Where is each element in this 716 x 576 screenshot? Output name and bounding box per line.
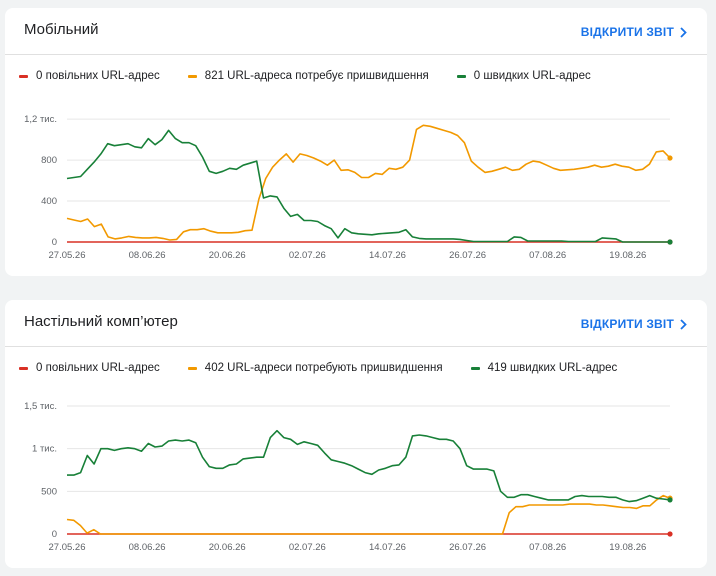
open-report-label: ВІДКРИТИ ЗВІТ	[580, 25, 674, 39]
card-title: Мобільний	[24, 21, 99, 38]
chart-legend: 0 повільних URL-адрес 402 URL-адреси пот…	[19, 360, 645, 376]
series-line	[66, 129, 670, 243]
card-title: Настільний комп’ютер	[24, 313, 178, 330]
desktop-card: Настільний комп’ютер ВІДКРИТИ ЗВІТ 0 пов…	[5, 300, 707, 568]
x-tick-label: 26.07.26	[449, 250, 486, 261]
y-tick-label: 1 тис.	[32, 444, 57, 455]
legend-label: 821 URL-адреса потребує пришвидшення	[204, 70, 429, 82]
legend-label: 0 повільних URL-адрес	[36, 362, 160, 374]
x-tick-label: 27.05.26	[49, 250, 86, 261]
series-end-point	[667, 531, 673, 537]
series-end-point	[667, 155, 673, 161]
chart-legend: 0 повільних URL-адрес 821 URL-адреса пот…	[19, 68, 619, 84]
y-tick-label: 0	[52, 237, 57, 248]
legend-swatch-fast	[456, 74, 466, 78]
y-tick-label: 800	[41, 155, 57, 166]
x-tick-label: 26.07.26	[449, 542, 486, 553]
legend-item-fast[interactable]: 419 швидких URL-адрес	[470, 362, 618, 374]
y-tick-label: 500	[41, 486, 57, 497]
x-tick-label: 19.08.26	[609, 250, 646, 261]
x-tick-label: 07.08.26	[529, 250, 566, 261]
mobile-line-chart: 0 400 800 1,2 тис. 27.05.26 08.06.26 20.06.26 0…	[24, 114, 673, 261]
legend-swatch-needs-improvement	[187, 74, 197, 78]
open-report-link[interactable]: ВІДКРИТИ ЗВІТ	[581, 25, 687, 39]
open-report-link[interactable]: ВІДКРИТИ ЗВІТ	[581, 317, 687, 331]
legend-item-needs-improvement[interactable]: 821 URL-адреса потребує пришвидшення	[187, 70, 429, 82]
chevron-right-icon	[680, 26, 687, 38]
legend-label: 419 швидких URL-адрес	[487, 362, 618, 374]
x-tick-label: 20.06.26	[209, 250, 246, 261]
y-tick-label: 1,2 тис.	[24, 114, 57, 125]
x-tick-label: 27.05.26	[49, 542, 86, 553]
chevron-right-icon	[680, 318, 687, 330]
series-line	[66, 494, 671, 535]
y-tick-label: 0	[52, 529, 57, 540]
x-tick-label: 02.07.26	[289, 542, 326, 553]
y-tick-label: 400	[41, 196, 57, 207]
legend-item-slow[interactable]: 0 повільних URL-адрес	[19, 362, 160, 374]
mobile-card: Мобільний ВІДКРИТИ ЗВІТ 0 повільних URL-…	[5, 8, 707, 276]
series-end-point	[667, 239, 673, 245]
card-header: Мобільний ВІДКРИТИ ЗВІТ	[5, 8, 707, 55]
x-tick-label: 08.06.26	[129, 250, 166, 261]
x-tick-label: 14.07.26	[369, 542, 406, 553]
legend-label: 0 швидких URL-адрес	[473, 70, 591, 82]
legend-item-slow[interactable]: 0 повільних URL-адрес	[19, 70, 160, 82]
legend-swatch-slow	[19, 366, 28, 370]
x-tick-label: 14.07.26	[369, 250, 406, 261]
x-tick-label: 19.08.26	[609, 542, 646, 553]
legend-item-fast[interactable]: 0 швидких URL-адрес	[456, 70, 591, 82]
y-tick-label: 1,5 тис.	[24, 401, 57, 412]
card-header: Настільний комп’ютер ВІДКРИТИ ЗВІТ	[5, 300, 707, 347]
x-tick-label: 02.07.26	[289, 250, 326, 261]
legend-label: 0 повільних URL-адрес	[36, 70, 160, 82]
open-report-label: ВІДКРИТИ ЗВІТ	[580, 317, 674, 331]
legend-label: 402 URL-адреси потребують пришвидшення	[204, 362, 443, 374]
legend-item-needs-improvement[interactable]: 402 URL-адреси потребують пришвидшення	[187, 362, 443, 374]
x-tick-label: 20.06.26	[209, 542, 246, 553]
x-tick-label: 07.08.26	[529, 542, 566, 553]
desktop-line-chart: 0 500 1 тис. 1,5 тис. 27.05.26 08.06.26 20.06.…	[24, 401, 673, 553]
x-tick-label: 08.06.26	[129, 542, 166, 553]
legend-swatch-needs-improvement	[187, 366, 197, 370]
series-end-point	[667, 497, 673, 503]
legend-swatch-slow	[19, 74, 28, 78]
legend-swatch-fast	[470, 366, 480, 370]
